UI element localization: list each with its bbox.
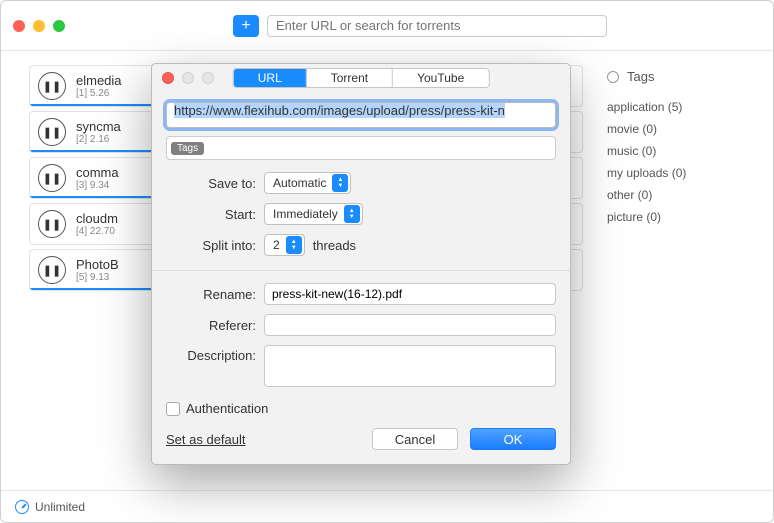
description-input[interactable]: [264, 345, 556, 387]
main-window: + ❚❚elmedia[1] 5.26❚❚syncma[2] 2.16❚❚com…: [0, 0, 774, 523]
save-to-select[interactable]: Automatic ▲▼: [264, 172, 351, 194]
stepper-arrows-icon: ▲▼: [344, 205, 360, 223]
zoom-icon[interactable]: [53, 20, 65, 32]
tag-item[interactable]: other (0): [607, 184, 759, 206]
add-download-dialog: URL Torrent YouTube https://www.flexihub…: [151, 63, 571, 465]
tag-item[interactable]: music (0): [607, 140, 759, 162]
pause-icon: ❚❚: [43, 218, 61, 231]
auth-checkbox[interactable]: [166, 402, 180, 416]
tags-header-label: Tags: [627, 69, 654, 84]
referer-input[interactable]: [264, 314, 556, 336]
tag-item[interactable]: application (5): [607, 96, 759, 118]
start-label: Start:: [166, 207, 256, 222]
speed-gauge-icon: [15, 500, 29, 514]
radio-icon: [607, 71, 619, 83]
pause-icon: ❚❚: [43, 80, 61, 93]
split-label: Split into:: [166, 238, 256, 253]
ok-button[interactable]: OK: [470, 428, 556, 450]
minimize-icon: [182, 72, 194, 84]
tag-item[interactable]: movie (0): [607, 118, 759, 140]
split-stepper[interactable]: 2 ▲▼: [264, 234, 305, 256]
zoom-icon: [202, 72, 214, 84]
pause-button[interactable]: ❚❚: [38, 164, 66, 192]
minimize-icon[interactable]: [33, 20, 45, 32]
pause-icon: ❚❚: [43, 172, 61, 185]
add-button[interactable]: +: [233, 15, 259, 37]
auth-label: Authentication: [186, 401, 268, 416]
window-controls: [13, 20, 65, 32]
referer-label: Referer:: [166, 318, 256, 333]
tags-header[interactable]: Tags: [607, 69, 759, 84]
dialog-titlebar: URL Torrent YouTube: [152, 64, 570, 92]
tab-torrent[interactable]: Torrent: [307, 69, 393, 87]
statusbar: Unlimited: [1, 490, 773, 522]
sidebar: Tags application (5)movie (0)music (0)my…: [593, 51, 773, 490]
tags-placeholder-chip: Tags: [171, 142, 204, 155]
pause-button[interactable]: ❚❚: [38, 118, 66, 146]
dialog-body: https://www.flexihub.com/images/upload/p…: [152, 92, 570, 464]
pause-icon: ❚❚: [43, 126, 61, 139]
tag-item[interactable]: picture (0): [607, 206, 759, 228]
source-segmented-control: URL Torrent YouTube: [233, 68, 490, 88]
start-select[interactable]: Immediately ▲▼: [264, 203, 363, 225]
tags-input[interactable]: Tags: [166, 136, 556, 160]
progress-bar: [30, 104, 151, 106]
stepper-arrows-icon: ▲▼: [332, 174, 348, 192]
url-input[interactable]: https://www.flexihub.com/images/upload/p…: [166, 102, 556, 128]
status-speed-label: Unlimited: [35, 500, 85, 514]
tab-youtube[interactable]: YouTube: [393, 69, 488, 87]
cancel-button[interactable]: Cancel: [372, 428, 458, 450]
pause-button[interactable]: ❚❚: [38, 256, 66, 284]
description-label: Description:: [166, 345, 256, 363]
tab-url[interactable]: URL: [234, 69, 307, 87]
pause-icon: ❚❚: [43, 264, 61, 277]
search-input[interactable]: [267, 15, 607, 37]
save-to-label: Save to:: [166, 176, 256, 191]
close-icon[interactable]: [13, 20, 25, 32]
rename-input[interactable]: [264, 283, 556, 305]
close-icon[interactable]: [162, 72, 174, 84]
tag-item[interactable]: my uploads (0): [607, 162, 759, 184]
pause-button[interactable]: ❚❚: [38, 72, 66, 100]
stepper-arrows-icon: ▲▼: [286, 236, 302, 254]
rename-label: Rename:: [166, 287, 256, 302]
threads-label: threads: [313, 238, 356, 253]
titlebar: +: [1, 1, 773, 51]
pause-button[interactable]: ❚❚: [38, 210, 66, 238]
set-as-default-link[interactable]: Set as default: [166, 432, 246, 447]
divider: [152, 270, 570, 271]
